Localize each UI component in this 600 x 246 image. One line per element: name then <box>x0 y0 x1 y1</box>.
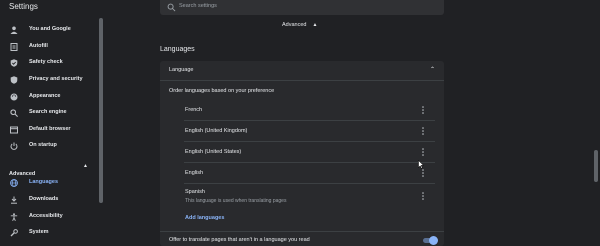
download-icon <box>11 196 17 204</box>
language-name: English <box>185 170 204 176</box>
advanced-link[interactable]: Advanced ▲ <box>282 22 317 28</box>
language-card: Language ⌃ Order languages based on your… <box>160 61 444 246</box>
sidebar-item-label: Accessibility <box>29 213 63 219</box>
sidebar-advanced-toggle[interactable]: Advanced ▲ <box>9 162 94 177</box>
sidebar-item-default-browser[interactable]: Default browser <box>0 122 98 138</box>
sidebar-item-on-startup[interactable]: On startup <box>0 138 98 154</box>
power-icon <box>10 142 18 150</box>
sidebar: You and Google Autofill Safety check Pri… <box>0 18 104 246</box>
sidebar-item-label: On startup <box>29 142 57 148</box>
language-expander[interactable]: Language ⌃ <box>160 61 444 81</box>
accessibility-icon <box>10 213 18 221</box>
sidebar-item-system[interactable]: System <box>0 225 98 241</box>
globe-icon <box>10 179 18 187</box>
mouse-cursor-icon <box>418 160 424 169</box>
language-row: French <box>184 101 435 121</box>
more-vert-icon[interactable] <box>420 191 426 201</box>
language-row: English (United States) <box>184 143 435 163</box>
search-icon <box>167 3 176 12</box>
language-row: English <box>184 164 435 184</box>
chevron-up-icon: ▲ <box>83 163 88 169</box>
wrench-icon <box>10 229 18 237</box>
more-vert-icon[interactable] <box>420 147 426 157</box>
sidebar-item-languages[interactable]: Languages <box>0 175 98 191</box>
sidebar-item-label: Languages <box>29 179 59 185</box>
language-row: Spanish This language is used when trans… <box>184 185 435 209</box>
clipboard-icon <box>10 43 18 51</box>
person-icon <box>10 26 18 34</box>
app-title: Settings <box>9 2 38 11</box>
sidebar-item-safety-check[interactable]: Safety check <box>0 55 98 71</box>
language-row: English (United Kingdom) <box>184 122 435 142</box>
sidebar-item-accessibility[interactable]: Accessibility <box>0 209 98 225</box>
more-vert-icon[interactable] <box>420 126 426 136</box>
advanced-link-label: Advanced <box>282 22 307 28</box>
top-bar: Settings Search settings <box>0 0 600 18</box>
search-input[interactable]: Search settings <box>179 3 217 9</box>
browser-icon <box>10 126 18 134</box>
chevron-up-icon[interactable]: ⌃ <box>430 66 435 73</box>
offer-translate-toggle[interactable] <box>429 236 438 245</box>
sidebar-item-label: Privacy and security <box>29 76 83 82</box>
chevron-up-icon: ▲ <box>312 22 318 28</box>
sidebar-item-downloads[interactable]: Downloads <box>0 192 98 208</box>
language-name: Spanish <box>185 189 205 195</box>
sidebar-item-label: System <box>29 229 49 235</box>
palette-icon <box>10 93 18 101</box>
add-languages-button[interactable]: Add languages <box>185 215 224 221</box>
sidebar-item-label: Default browser <box>29 126 71 132</box>
more-vert-icon[interactable] <box>420 168 426 178</box>
sidebar-item-search-engine[interactable]: Search engine <box>0 105 98 121</box>
offer-translate-row: Offer to translate pages that aren't in … <box>160 231 444 246</box>
sidebar-item-label: Search engine <box>29 109 67 115</box>
language-name: French <box>185 107 203 113</box>
sidebar-item-label: Safety check <box>29 59 63 65</box>
section-title: Languages <box>160 46 195 53</box>
main-scrollbar[interactable] <box>594 150 598 182</box>
sidebar-item-label: You and Google <box>29 26 71 32</box>
offer-translate-label: Offer to translate pages that aren't in … <box>169 237 310 243</box>
language-name: English (United Kingdom) <box>185 128 248 134</box>
language-name: English (United States) <box>185 149 242 155</box>
language-card-title: Language <box>169 67 194 73</box>
search-box[interactable]: Search settings <box>160 0 444 15</box>
sidebar-item-autofill[interactable]: Autofill <box>0 39 98 55</box>
sidebar-item-label: Autofill <box>29 43 48 49</box>
sidebar-item-privacy-and-security[interactable]: Privacy and security <box>0 72 98 88</box>
sidebar-item-you-and-google[interactable]: You and Google <box>0 22 98 38</box>
shield-check-icon <box>10 59 18 67</box>
language-note: This language is used when translating p… <box>185 198 287 204</box>
more-vert-icon[interactable] <box>420 105 426 115</box>
sidebar-item-label: Downloads <box>29 196 59 202</box>
order-languages-label: Order languages based on your preference <box>169 88 275 94</box>
sidebar-item-appearance[interactable]: Appearance <box>0 89 98 105</box>
shield-icon <box>10 76 18 84</box>
search-icon <box>10 109 18 117</box>
sidebar-item-label: Appearance <box>29 93 61 99</box>
sidebar-scrollbar[interactable] <box>99 18 103 203</box>
